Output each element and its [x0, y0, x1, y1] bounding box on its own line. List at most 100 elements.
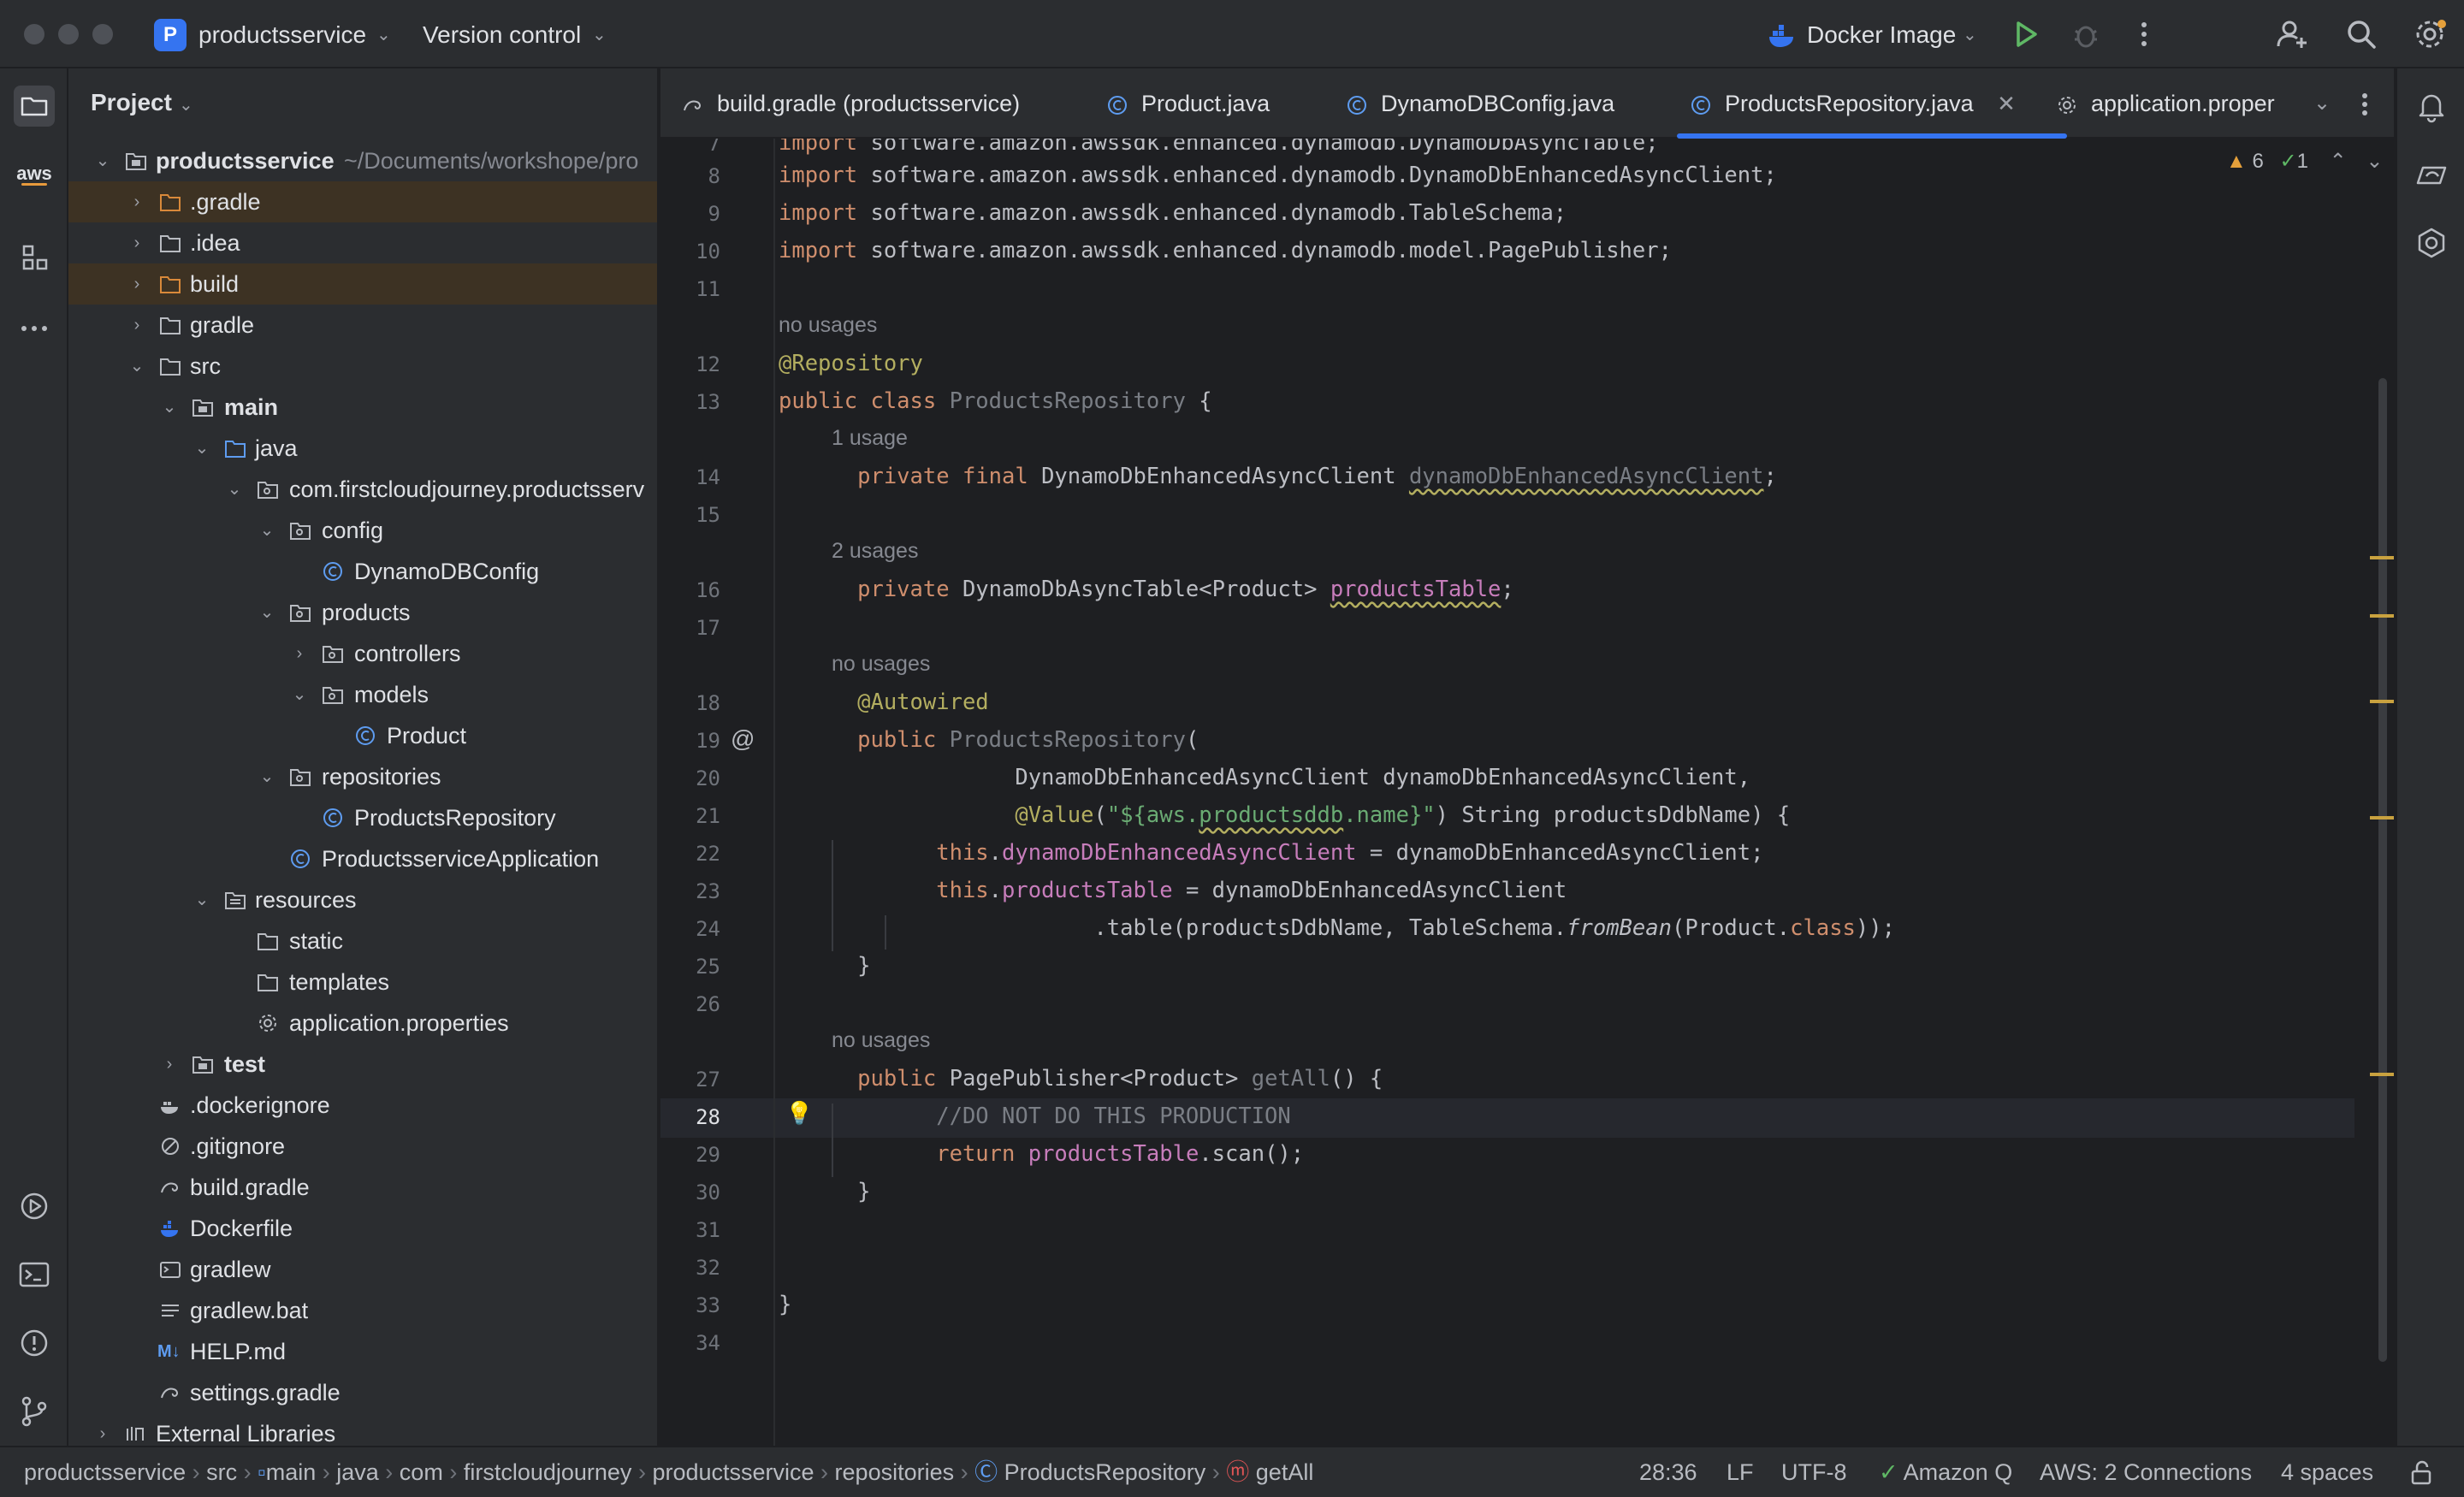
line-number[interactable]: 33 — [660, 1293, 720, 1317]
tree-row[interactable]: ⌄ com.firstcloudjourney.productsserv — [68, 469, 657, 510]
aws-icon[interactable]: aws — [12, 164, 56, 198]
line-number[interactable]: 25 — [660, 955, 720, 979]
warning-stripe-marker[interactable] — [2370, 700, 2394, 703]
breadcrumb-item[interactable]: main — [266, 1459, 317, 1485]
editor-scrollbar[interactable] — [2378, 378, 2387, 1362]
line-number[interactable]: 24 — [660, 917, 720, 941]
search-icon[interactable] — [2343, 15, 2380, 53]
amazon-q-icon[interactable] — [2411, 222, 2452, 263]
line-number[interactable]: 12 — [660, 352, 720, 376]
usage-hint[interactable]: no usages — [779, 313, 877, 338]
file-encoding[interactable]: UTF-8 — [1781, 1447, 1847, 1497]
services-icon[interactable] — [14, 1186, 55, 1227]
tree-row[interactable]: application.properties — [68, 1003, 657, 1044]
tree-row[interactable]: › gradle — [68, 305, 657, 346]
minimize-window-button[interactable] — [58, 24, 79, 44]
warning-stripe-marker[interactable] — [2370, 1073, 2394, 1076]
line-number[interactable]: 9 — [660, 202, 720, 226]
line-number[interactable]: 13 — [660, 390, 720, 414]
line-number[interactable]: 30 — [660, 1180, 720, 1204]
tab-build-gradle[interactable]: build.gradle (productsservice) — [681, 68, 1020, 139]
breadcrumb-item[interactable]: com — [400, 1459, 443, 1485]
tree-row[interactable]: ⌄ src — [68, 346, 657, 387]
add-user-icon[interactable] — [2274, 15, 2312, 53]
breadcrumb-item[interactable]: productsservice — [24, 1459, 186, 1485]
amazon-q-chat-icon[interactable] — [2411, 154, 2452, 195]
tree-row[interactable]: templates — [68, 962, 657, 1003]
tree-row[interactable]: › External Libraries — [68, 1413, 657, 1446]
tree-row[interactable]: ProductsRepository — [68, 797, 657, 838]
tab-dynamodbconfig-java[interactable]: DynamoDBConfig.java — [1345, 68, 1614, 139]
line-separator[interactable]: LF — [1727, 1447, 1754, 1497]
project-switcher[interactable]: productsservice — [198, 19, 366, 51]
line-number[interactable]: 7 — [660, 139, 720, 156]
tree-row[interactable]: › controllers — [68, 633, 657, 674]
tree-row[interactable]: › .idea — [68, 222, 657, 263]
line-number[interactable]: 23 — [660, 879, 720, 903]
git-branch-icon[interactable] — [14, 1391, 55, 1432]
tree-row[interactable]: build.gradle — [68, 1167, 657, 1208]
project-panel-title[interactable]: Project ⌄ — [91, 89, 193, 116]
tree-row[interactable]: › test — [68, 1044, 657, 1085]
tree-row[interactable]: ⌄ java — [68, 428, 657, 469]
tree-row[interactable]: › build — [68, 263, 657, 305]
breadcrumb-item[interactable]: firstcloudjourney — [464, 1459, 632, 1485]
tree-row[interactable]: ⌄ main — [68, 387, 657, 428]
project-folder-icon[interactable] — [14, 86, 55, 127]
line-number[interactable]: 16 — [660, 578, 720, 602]
tab-productsrepository-java[interactable]: ProductsRepository.java ✕ — [1677, 68, 2067, 139]
line-number[interactable]: 20 — [660, 766, 720, 790]
aws-connections[interactable]: AWS: 2 Connections — [2040, 1447, 2252, 1497]
chevron-up-icon[interactable]: ⌃ — [2330, 150, 2347, 173]
line-number[interactable]: 8 — [660, 164, 720, 188]
caret-position[interactable]: 28:36 — [1639, 1447, 1697, 1497]
tree-row[interactable]: .gitignore — [68, 1126, 657, 1167]
structure-icon[interactable] — [14, 236, 55, 277]
tree-row[interactable]: › .gradle — [68, 181, 657, 222]
line-number[interactable]: 22 — [660, 842, 720, 866]
more-vertical-icon[interactable] — [2348, 87, 2382, 121]
project-badge[interactable]: P — [154, 19, 187, 51]
warning-stripe-marker[interactable] — [2370, 614, 2394, 618]
breadcrumb-item[interactable]: repositories — [835, 1459, 955, 1485]
tree-row[interactable]: ⌄ resources — [68, 879, 657, 920]
more-tools-icon[interactable] — [14, 308, 55, 349]
debug-icon[interactable] — [2067, 15, 2105, 53]
line-number[interactable]: 10 — [660, 240, 720, 263]
terminal-icon[interactable] — [14, 1254, 55, 1295]
tree-row[interactable]: .dockerignore — [68, 1085, 657, 1126]
tree-row[interactable]: M↓ HELP.md — [68, 1331, 657, 1372]
chevron-down-icon[interactable]: ⌄ — [2366, 150, 2383, 173]
line-number[interactable]: 21 — [660, 804, 720, 828]
tree-row[interactable]: ⌄ config — [68, 510, 657, 551]
line-number[interactable]: 18 — [660, 691, 720, 715]
usage-hint[interactable]: 1 usage — [832, 426, 908, 451]
zoom-window-button[interactable] — [92, 24, 113, 44]
autowired-gutter-icon[interactable]: @ — [731, 725, 755, 753]
close-tab-icon[interactable]: ✕ — [1997, 91, 2016, 116]
tab-application-properties[interactable]: application.proper — [2055, 68, 2312, 139]
run-icon[interactable] — [2007, 15, 2045, 53]
tree-row[interactable]: static — [68, 920, 657, 962]
vcs-menu[interactable]: Version control — [423, 19, 581, 51]
notifications-bell-icon[interactable] — [2411, 86, 2452, 127]
tree-row[interactable]: ⌄ products — [68, 592, 657, 633]
tree-row[interactable]: gradlew.bat — [68, 1290, 657, 1331]
breadcrumb-item[interactable]: java — [336, 1459, 379, 1485]
breadcrumb-item[interactable]: ProductsRepository — [1004, 1459, 1206, 1485]
line-number[interactable]: 29 — [660, 1143, 720, 1167]
usage-hint[interactable]: 2 usages — [832, 539, 918, 564]
run-config-selector[interactable]: Docker Image — [1807, 19, 1956, 51]
line-number[interactable]: 19 — [660, 729, 720, 753]
inspection-widget[interactable]: ▲ 6 ✓1 ⌃ ⌄ — [2226, 149, 2384, 174]
line-number[interactable]: 34 — [660, 1331, 720, 1355]
breadcrumb-item[interactable]: src — [206, 1459, 237, 1485]
line-number[interactable]: 26 — [660, 992, 720, 1016]
usage-hint[interactable]: no usages — [832, 652, 930, 677]
line-number[interactable]: 11 — [660, 277, 720, 301]
tree-row[interactable]: Dockerfile — [68, 1208, 657, 1249]
warning-stripe-marker[interactable] — [2370, 556, 2394, 559]
tab-product-java[interactable]: Product.java — [1105, 68, 1270, 139]
tree-row[interactable]: ⌄ models — [68, 674, 657, 715]
amazon-q-status[interactable]: ✓ Amazon Q — [1879, 1447, 2012, 1497]
